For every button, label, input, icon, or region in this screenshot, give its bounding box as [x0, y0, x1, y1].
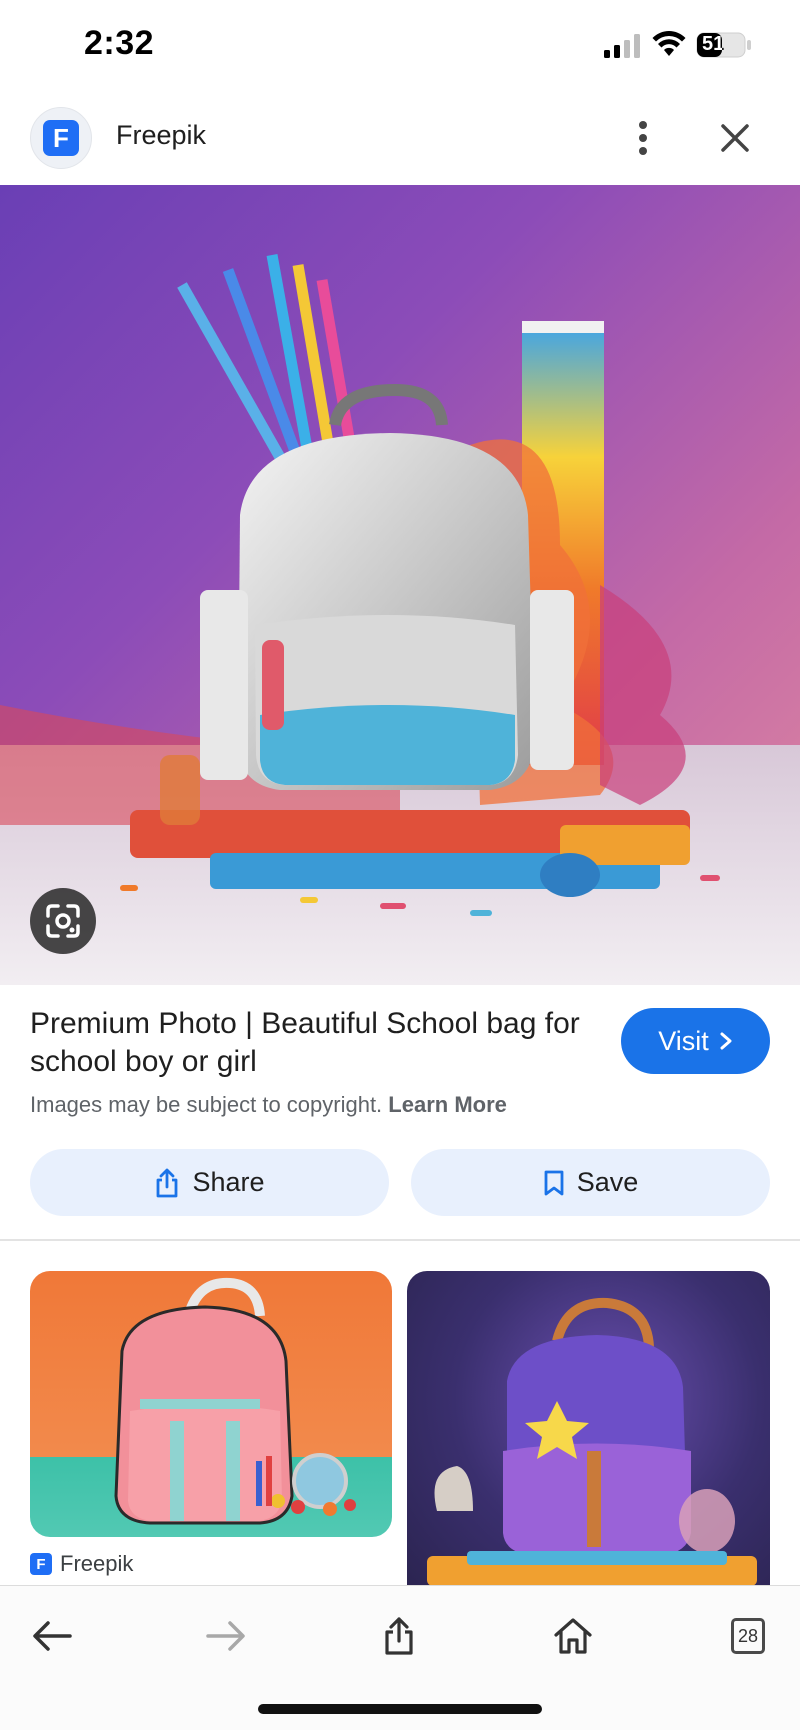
- share-page-button[interactable]: [369, 1606, 429, 1666]
- status-bar: 2:32 51: [0, 0, 800, 90]
- save-button[interactable]: Save: [411, 1149, 770, 1216]
- copyright-text: Images may be subject to copyright.: [30, 1092, 383, 1117]
- site-name[interactable]: Freepik: [116, 120, 206, 151]
- freepik-mini-logo-icon: F: [30, 1553, 52, 1575]
- battery-level: 51: [702, 33, 725, 55]
- home-icon: [554, 1618, 592, 1654]
- tabs-button[interactable]: 28: [718, 1606, 778, 1666]
- home-indicator: [258, 1704, 542, 1714]
- bookmark-icon: [544, 1170, 564, 1195]
- freepik-logo-icon: F: [43, 120, 79, 156]
- pink-backpack-illustration: [114, 1277, 356, 1525]
- close-icon: [721, 124, 749, 152]
- share-icon: [157, 1168, 178, 1197]
- share-label: Share: [192, 1167, 265, 1197]
- chevron-right-icon: [720, 1032, 732, 1050]
- more-vert-icon: [639, 121, 647, 155]
- related-source[interactable]: F Freepik: [30, 1551, 133, 1577]
- site-favicon[interactable]: F: [30, 107, 92, 169]
- home-button[interactable]: [543, 1606, 603, 1666]
- arrow-left-icon: [33, 1621, 72, 1651]
- visit-button[interactable]: Visit: [621, 1008, 770, 1074]
- result-header: F Freepik: [0, 95, 800, 185]
- visit-label: Visit: [658, 1025, 709, 1056]
- learn-more-link[interactable]: Learn More: [388, 1092, 507, 1117]
- copyright-notice: Images may be subject to copyright. Lear…: [30, 1092, 507, 1118]
- related-image-pink-backpack[interactable]: [30, 1271, 392, 1537]
- arrow-right-icon: [206, 1621, 245, 1651]
- related-image-purple-backpack[interactable]: [407, 1271, 770, 1591]
- related-source-name: Freepik: [60, 1551, 134, 1576]
- forward-button[interactable]: [196, 1606, 256, 1666]
- backpack-illustration: [0, 254, 800, 985]
- save-label: Save: [576, 1167, 639, 1197]
- tabs-count: 28: [731, 1618, 765, 1654]
- lens-icon: [46, 904, 80, 938]
- wifi-icon: [652, 31, 686, 56]
- battery-icon: 51: [696, 32, 752, 58]
- more-options-button[interactable]: [626, 115, 660, 161]
- share-icon: [385, 1617, 413, 1655]
- result-image[interactable]: [0, 185, 800, 985]
- purple-backpack-illustration: [427, 1297, 757, 1586]
- section-divider: [0, 1239, 800, 1241]
- status-time: 2:32: [84, 24, 155, 62]
- result-title[interactable]: Premium Photo | Beautiful School bag for…: [30, 1005, 590, 1081]
- google-lens-button[interactable]: [30, 888, 96, 954]
- share-button[interactable]: Share: [30, 1149, 389, 1216]
- close-button[interactable]: [712, 115, 758, 161]
- back-button[interactable]: [22, 1606, 82, 1666]
- cellular-signal-icon: [604, 34, 640, 58]
